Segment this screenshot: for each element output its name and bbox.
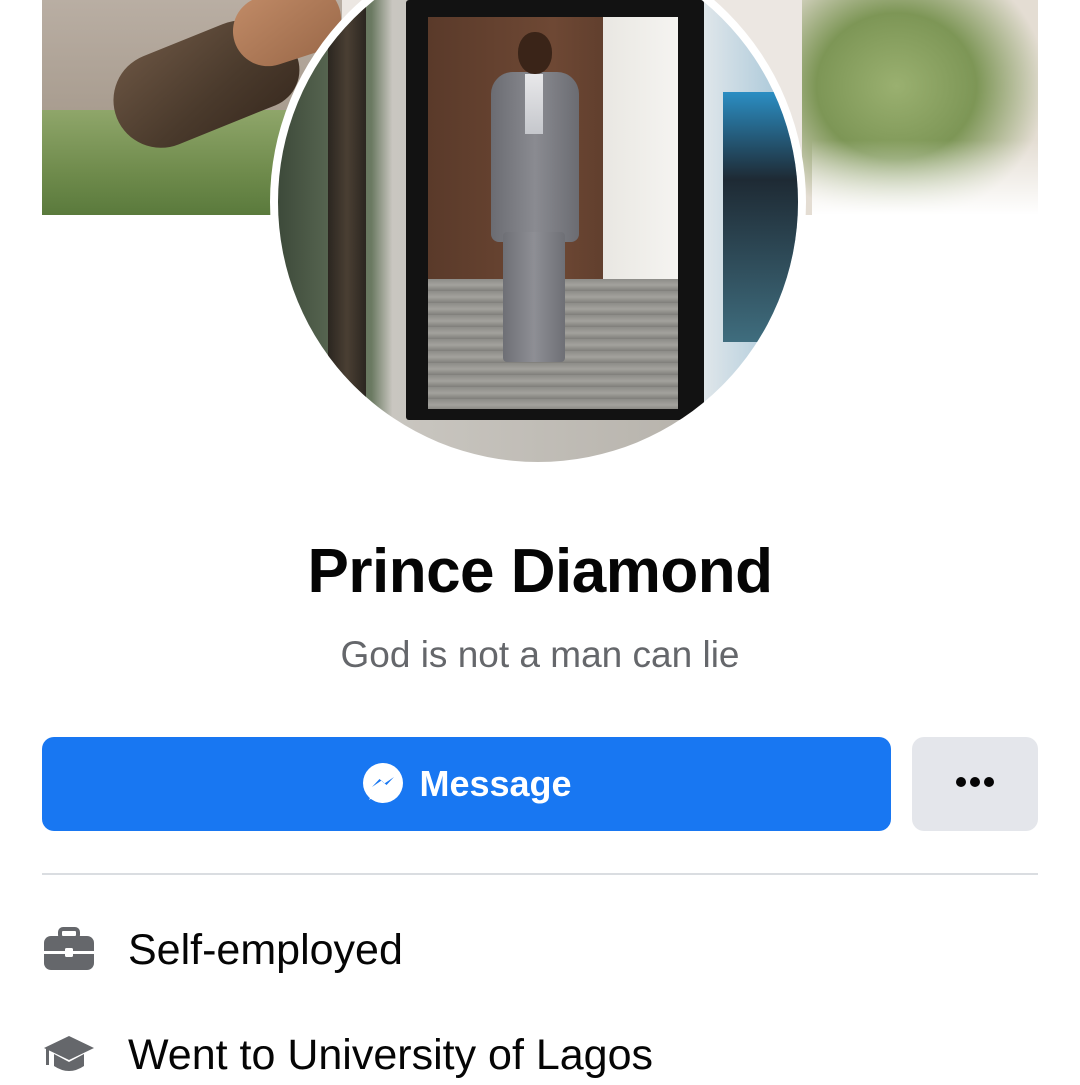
message-button-label: Message <box>419 763 572 804</box>
profile-bio: God is not a man can lie <box>340 634 740 675</box>
intro-item-text: Went to University of Lagos <box>128 1030 654 1079</box>
profile-name: Prince Diamond <box>307 537 774 606</box>
more-options-button[interactable] <box>912 737 1038 831</box>
cover-photo-fade <box>812 140 1038 215</box>
messenger-icon <box>361 762 405 806</box>
intro-item-text: Self-employed <box>128 925 403 974</box>
person-shirt <box>525 74 543 134</box>
section-divider <box>42 873 1038 875</box>
more-horizontal-icon <box>955 775 995 793</box>
profile-picture-tree <box>328 2 366 462</box>
profile-picture-wall <box>603 17 678 279</box>
person-legs <box>503 232 565 362</box>
profile-picture-person <box>473 32 593 392</box>
intro-item-work: Self-employed <box>42 920 1038 980</box>
intro-item-education: Went to University of Lagos <box>42 1025 1038 1085</box>
graduation-cap-icon <box>42 1028 96 1082</box>
person-head <box>518 32 552 74</box>
message-button[interactable]: Message <box>42 737 891 831</box>
profile-picture-shopfront <box>723 92 798 342</box>
briefcase-icon <box>42 923 96 977</box>
